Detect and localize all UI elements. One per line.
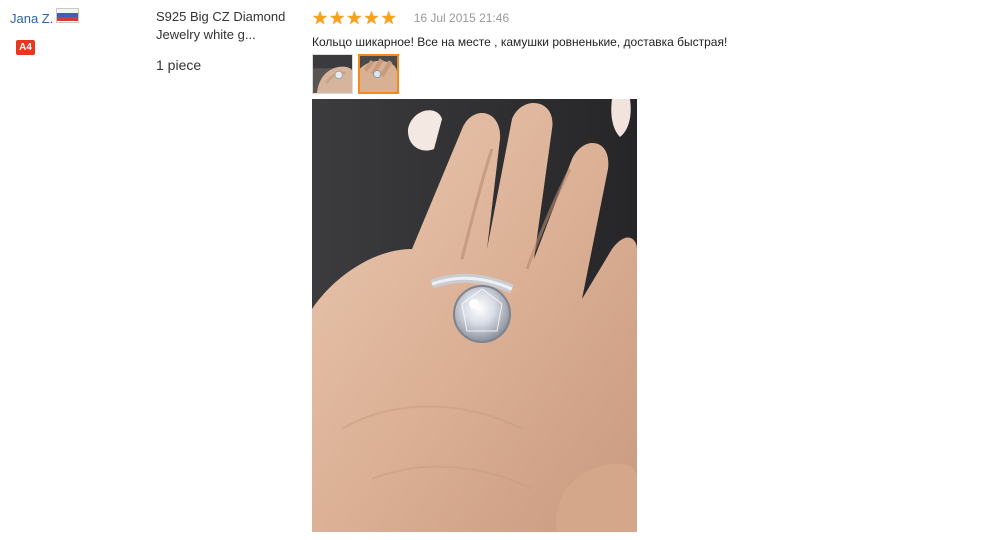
russia-flag-icon [56,7,80,23]
buyer-info: Jana Z. A4 [10,7,140,55]
star-icon: ★ [346,8,363,28]
star-rating: ★ ★ ★ ★ ★ [312,9,397,27]
review-date: 16 Jul 2015 21:46 [413,11,510,25]
buyer-name-row: Jana Z. [10,7,140,27]
review-photo-thumb-1[interactable] [312,54,353,94]
rating-row: ★ ★ ★ ★ ★ 16 Jul 2015 21:46 [312,9,992,27]
star-icon: ★ [329,8,346,28]
product-quantity: 1 piece [156,57,202,73]
review-photo-thumbnails [312,54,992,94]
buyer-name-link[interactable]: Jana Z. [10,11,53,26]
review-photo-thumb-2[interactable] [358,54,399,94]
feedback-item: Jana Z. A4 S925 Big CZ Diamond Jewelry w… [0,0,1000,540]
product-title-link[interactable]: S925 Big CZ Diamond Jewelry white g... [156,8,296,44]
buyer-level-badge: A4 [16,40,35,55]
product-title-line-2: Jewelry white g... [156,27,256,42]
star-icon: ★ [312,8,329,28]
product-title-line-1: S925 Big CZ Diamond [156,9,286,24]
review-main-photo[interactable] [312,99,637,532]
star-icon: ★ [363,8,380,28]
star-icon: ★ [380,8,397,28]
review-content: ★ ★ ★ ★ ★ 16 Jul 2015 21:46 Кольцо шикар… [312,9,992,532]
product-info: S925 Big CZ Diamond Jewelry white g... 1… [156,8,296,73]
review-text: Кольцо шикарное! Все на месте , камушки … [312,35,728,49]
ring-on-hand-photo [312,99,637,532]
